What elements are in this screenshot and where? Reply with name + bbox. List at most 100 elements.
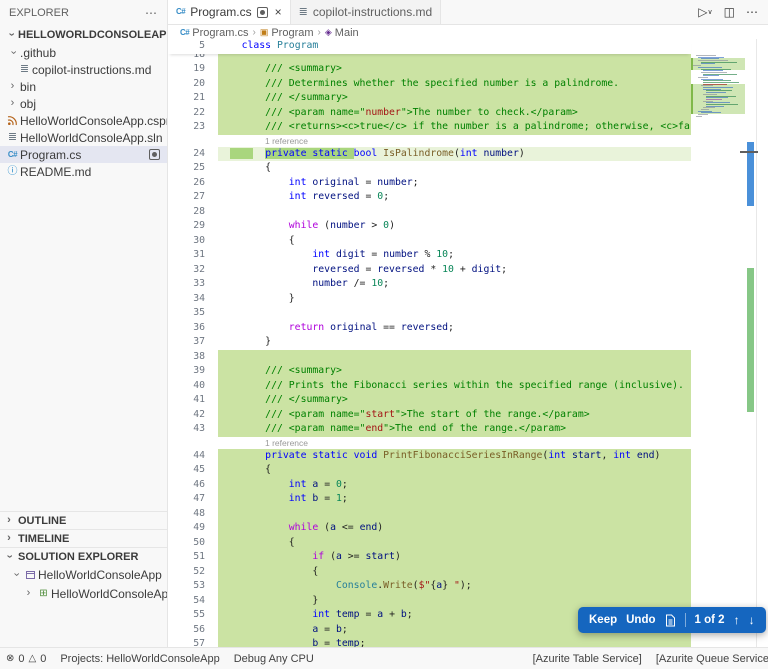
problems-status[interactable]: ⊗ 0 △ 0 — [6, 653, 46, 665]
code-line-28: 28 — [168, 205, 691, 220]
code-text: /// <param name="end">The end of the ran… — [218, 422, 691, 437]
file-row--github[interactable]: › .github — [0, 44, 167, 61]
code-token: > — [365, 220, 384, 231]
chevron-right-icon: › — [10, 80, 15, 92]
azurite-table-service-status[interactable]: [Azurite Table Service] — [533, 653, 642, 665]
code-token: $" — [418, 580, 431, 591]
code-line-54: 54 } — [168, 593, 691, 608]
split-editor-icon[interactable]: ◫ — [724, 6, 735, 18]
file-row-program-cs[interactable]: C# Program.cs — [0, 146, 167, 163]
chevron-right-icon: › — [7, 532, 11, 544]
codelens-reference[interactable]: 1 reference — [168, 135, 768, 147]
breadcrumb-file[interactable]: C# Program.cs — [180, 27, 248, 39]
tab-program-cs[interactable]: C# Program.cs × — [168, 0, 291, 24]
workspace-root-row[interactable]: › HELLOWORLDCONSOLEAPP — [0, 25, 167, 44]
icon-slot — [23, 569, 38, 580]
code-token: reversed — [312, 263, 360, 275]
projects-status[interactable]: Projects: HelloWorldConsoleApp — [60, 653, 219, 665]
minimap[interactable] — [691, 39, 745, 647]
code-line-20: 20 /// Determines whether the specified … — [168, 76, 691, 91]
sticky-scroll-line[interactable]: 5 class Program — [168, 39, 691, 54]
code-text: /// <param name="number">The number to c… — [218, 105, 691, 120]
run-dropdown-icon[interactable]: ∨ — [708, 9, 713, 16]
section-outline[interactable]: › OUTLINE — [0, 511, 167, 529]
line-number: 29 — [193, 220, 205, 231]
code-line-32: 32 reversed = reversed * 10 + digit; — [168, 263, 691, 278]
keep-button[interactable]: Keep — [589, 614, 617, 626]
code-token: original — [330, 321, 378, 333]
status-bar-right: [Azurite Table Service] [Azurite Queue S… — [533, 653, 768, 665]
file-row-bin[interactable]: › bin — [0, 78, 167, 95]
code-line-47: 47 int b = 1; — [168, 492, 691, 507]
solution-row-0[interactable]: › HelloWorldConsoleApp — [0, 565, 167, 584]
codelens-reference[interactable]: 1 reference — [168, 437, 768, 449]
code-line-5: 5 class Program — [168, 39, 691, 54]
editor-actions: ▷∨ ◫ ⋯ — [698, 0, 768, 24]
file-row-obj[interactable]: › obj — [0, 95, 167, 112]
breadcrumb-class[interactable]: ▣ Program — [260, 27, 314, 39]
code-text: /// </summary> — [218, 91, 691, 106]
section-solution-explorer[interactable]: › SOLUTION EXPLORER — [0, 547, 167, 565]
code-line-41: 41 /// </summary> — [168, 393, 691, 408]
scrollbar-track[interactable] — [756, 39, 768, 647]
solution-row-1[interactable]: › ⊞ HelloWorldConsoleApp — [0, 584, 167, 603]
code-line-25: 25 { — [168, 161, 691, 176]
icon-slot: ≣ — [17, 64, 32, 75]
code-token: number — [365, 106, 401, 118]
code-token: reversed — [312, 191, 360, 202]
code-text: while (a <= end) — [218, 521, 691, 536]
code-token: ; — [341, 493, 348, 504]
build-config-status[interactable]: Debug Any CPU — [234, 653, 314, 665]
file-row-readme-md[interactable]: ⓘ README.md — [0, 163, 167, 180]
code-token: Program — [277, 40, 319, 51]
icon-slot: ≣ — [5, 132, 20, 143]
line-number: 47 — [193, 493, 205, 504]
code-text: { — [218, 463, 691, 478]
tab-bar: C# Program.cs × ≣ copilot-instructions.m… — [168, 0, 768, 25]
more-actions-icon[interactable]: ⋯ — [746, 6, 758, 18]
tab-label: copilot-instructions.md — [312, 5, 433, 19]
breadcrumb-method[interactable]: ◈ Main — [325, 27, 359, 39]
file-row-helloworldconsoleapp-csproj[interactable]: HelloWorldConsoleApp.csproj — [0, 112, 167, 129]
divider — [684, 613, 686, 627]
line-number: 20 — [193, 77, 205, 89]
file-label: copilot-instructions.md — [32, 62, 152, 77]
azurite-queue-service-status[interactable]: [Azurite Queue Service] — [656, 653, 768, 665]
code-text — [218, 349, 691, 364]
line-number: 30 — [193, 234, 205, 246]
open-file-icon[interactable] — [665, 614, 676, 627]
code-text: int reversed = 0; — [218, 190, 691, 205]
file-row-copilot-instructions-md[interactable]: ≣ copilot-instructions.md — [0, 61, 167, 78]
code-token: ) — [654, 449, 661, 461]
code-token: 10 — [442, 263, 454, 275]
vscode-window: EXPLORER ⋯ › HELLOWORLDCONSOLEAPP › .gith… — [0, 0, 768, 669]
undo-button[interactable]: Undo — [626, 614, 655, 626]
code-token: = — [318, 478, 336, 490]
code-text: class Program — [218, 39, 691, 54]
breadcrumb: C# Program.cs › ▣ Program › ◈ Main — [168, 25, 768, 40]
code-token — [229, 147, 254, 159]
explorer-more-actions-icon[interactable]: ⋯ — [145, 6, 157, 20]
file-row-helloworldconsoleapp-sln[interactable]: ≣ HelloWorldConsoleApp.sln — [0, 129, 167, 146]
next-edit-arrow-icon[interactable]: ↓ — [749, 613, 755, 627]
previous-edit-arrow-icon[interactable]: ↑ — [734, 613, 740, 627]
overview-ruler[interactable] — [745, 39, 756, 647]
code-token: start — [365, 551, 395, 562]
code-text: } — [218, 292, 691, 307]
code-text: /// <param name="start">The start of the… — [218, 407, 691, 422]
close-tab-icon[interactable]: × — [275, 5, 282, 19]
code-text: /// <summary> — [218, 62, 691, 77]
code-editor[interactable]: 5 class Program 18 19 /// <summary> 20 ///… — [168, 39, 768, 647]
line-number: 38 — [193, 350, 205, 362]
code-token: + — [383, 609, 401, 620]
tab-copilot-instructions[interactable]: ≣ copilot-instructions.md — [290, 0, 442, 24]
file-label: HelloWorldConsoleApp.csproj — [20, 113, 168, 128]
warning-icon: △ — [28, 653, 37, 664]
code-lines: 18 19 /// <summary> 20 /// Determines whet… — [168, 54, 768, 647]
section-timeline[interactable]: › TIMELINE — [0, 529, 167, 547]
code-line-52: 52 { — [168, 564, 691, 579]
method-symbol-icon: ◈ — [324, 27, 332, 37]
line-number: 52 — [193, 565, 205, 577]
run-button[interactable]: ▷∨ — [698, 6, 712, 18]
